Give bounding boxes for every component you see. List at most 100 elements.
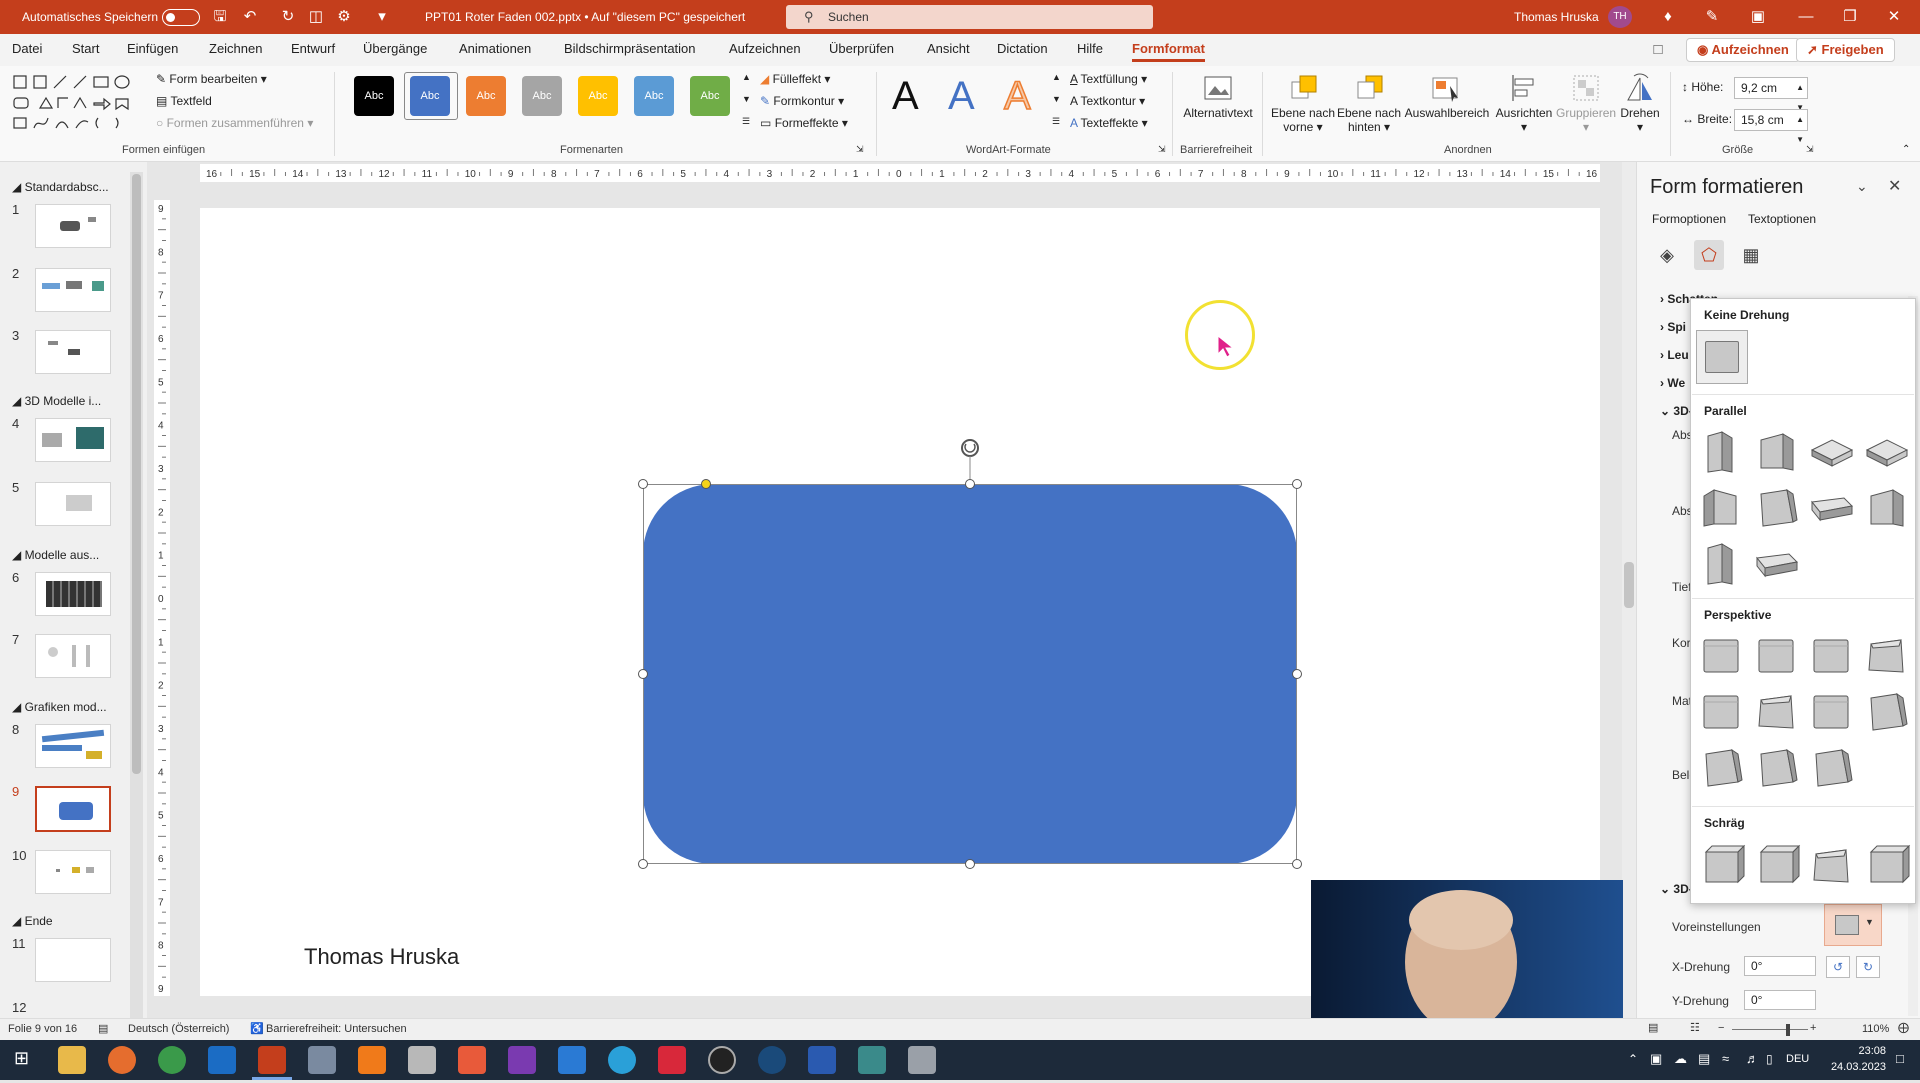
app-icon-8[interactable] (408, 1046, 436, 1074)
pen-icon[interactable]: ✎ (1702, 7, 1722, 27)
accessibility-status[interactable]: Barrierefreiheit: Untersuchen (266, 1023, 407, 1035)
app-icon-18[interactable] (908, 1046, 936, 1074)
zoom-slider[interactable] (1732, 1029, 1808, 1030)
tab-datei[interactable]: Datei (12, 41, 42, 56)
editor-scrollbar[interactable] (1622, 162, 1636, 1018)
zoom-slider-thumb[interactable] (1786, 1024, 1790, 1036)
onenote-icon[interactable] (508, 1046, 536, 1074)
ausrichten-button[interactable]: Ausrichten ▾ (1490, 106, 1558, 134)
tab-formformat[interactable]: Formformat (1132, 41, 1205, 62)
telegram-icon[interactable] (608, 1046, 636, 1074)
texteffekte-button[interactable]: A Texteffekte ▾ (1070, 116, 1148, 130)
autosave-toggle[interactable] (162, 9, 200, 26)
rotation-preset-option[interactable] (1813, 695, 1849, 729)
resize-handle-sw[interactable] (638, 859, 648, 869)
app-icon-15[interactable] (758, 1046, 786, 1074)
volume-icon[interactable]: ♬ (1746, 1051, 1759, 1066)
minimize-icon[interactable]: — (1796, 7, 1816, 27)
acrobat-icon[interactable] (658, 1046, 686, 1074)
vlc-icon[interactable] (358, 1046, 386, 1074)
section-leuchten[interactable]: › Leu (1660, 348, 1689, 362)
rotation-preset-option[interactable] (1868, 639, 1904, 673)
zoom-level[interactable]: 110% (1862, 1023, 1889, 1035)
rotate-right-icon[interactable]: ↻ (1856, 956, 1880, 978)
slide-author-text[interactable]: Thomas Hruska (304, 944, 459, 970)
cloud-icon[interactable]: ☁ (1674, 1051, 1687, 1067)
visio-icon[interactable] (558, 1046, 586, 1074)
rotation-preset-option[interactable] (1704, 844, 1746, 884)
rotation-preset-option[interactable] (1760, 748, 1798, 787)
tray-app-icon[interactable]: ▣ (1650, 1051, 1662, 1067)
slide-thumbnail-1[interactable] (35, 204, 111, 248)
section-grafiken[interactable]: ◢ Grafiken mod... (12, 700, 107, 714)
zoom-in-icon[interactable]: + (1810, 1022, 1816, 1034)
diamond-icon[interactable]: ♦ (1658, 7, 1678, 27)
x-rotation-field[interactable]: 0° (1744, 956, 1816, 976)
wordart-style-black[interactable]: A (892, 74, 919, 118)
rotation-preset-option[interactable] (1810, 439, 1854, 467)
slide-thumbnail-11[interactable] (35, 938, 111, 982)
rotation-preset-option[interactable] (1811, 497, 1854, 522)
notes-icon[interactable]: ▤ (98, 1022, 108, 1035)
tab-animationen[interactable]: Animationen (459, 41, 531, 56)
slide-thumbnail-8[interactable] (35, 724, 111, 768)
slide-thumbnail-4[interactable] (35, 418, 111, 462)
formkontur-button[interactable]: ✎ Formkontur ▾ (760, 94, 844, 108)
section-3d-format[interactable]: ⌄ 3D- (1660, 404, 1693, 418)
tab-formoptionen[interactable]: Formoptionen (1652, 212, 1726, 226)
reading-view-icon[interactable]: ☷ (1690, 1021, 1700, 1034)
slide-thumbnail-9[interactable] (35, 786, 111, 832)
formeffekte-button[interactable]: ▭ Formeffekte ▾ (760, 116, 848, 130)
tab-hilfe[interactable]: Hilfe (1077, 41, 1103, 56)
shape-style-gold[interactable]: Abc (578, 76, 618, 116)
section-spiegelung[interactable]: › Spi (1660, 320, 1686, 334)
slide-thumbnail-10[interactable] (35, 850, 111, 894)
slide-thumbnail-2[interactable] (35, 268, 111, 312)
collapse-ribbon-icon[interactable]: ⌃ (1902, 144, 1910, 155)
section-standard[interactable]: ◢ Standardabsc... (12, 180, 109, 194)
resize-handle-se[interactable] (1292, 859, 1302, 869)
wordart-launcher-icon[interactable]: ⇲ (1158, 144, 1166, 155)
file-explorer-icon[interactable] (58, 1046, 86, 1074)
rotation-preset-option[interactable] (1707, 431, 1733, 473)
save-icon[interactable]: 🖫 (210, 7, 230, 27)
network-icon[interactable]: ▤ (1698, 1051, 1710, 1067)
rotation-preset-option[interactable] (1703, 639, 1739, 673)
horizontal-ruler[interactable]: 16 15 14 13 12 11 10 9 8 7 6 5 4 3 2 1 0 1 2 3 4 5 6 7 8 9 10 11 12 1… (200, 164, 1600, 182)
wordart-scroll-up-icon[interactable]: ▲ (1052, 72, 1061, 82)
normal-view-icon[interactable]: ▤ (1648, 1021, 1658, 1034)
avatar[interactable]: TH (1608, 6, 1632, 28)
ribbon-display-icon[interactable]: ▣ (1748, 7, 1768, 27)
language-status[interactable]: Deutsch (Österreich) (128, 1023, 229, 1035)
wordart-style-orange[interactable]: A (1003, 73, 1031, 119)
close-icon[interactable]: ✕ (1884, 7, 1904, 27)
app-icon-17[interactable] (858, 1046, 886, 1074)
ebene-vorne-button[interactable]: Ebene nach vorne ▾ (1270, 106, 1336, 134)
customize-toolbar-icon[interactable]: ▾ (372, 7, 392, 27)
rotation-preset-option[interactable] (1756, 553, 1799, 578)
gallery-more-icon[interactable]: ☰ (742, 116, 750, 127)
rotation-preset-option[interactable] (1705, 748, 1743, 787)
section-weiche-kanten[interactable]: › We (1660, 376, 1685, 390)
windows-start-icon[interactable]: ⊞ (14, 1048, 29, 1069)
tab-uebergaenge[interactable]: Übergänge (363, 41, 427, 56)
gallery-scroll-down-icon[interactable]: ▼ (742, 94, 751, 104)
rotation-preset-option[interactable] (1703, 489, 1737, 527)
firefox-icon[interactable] (108, 1046, 136, 1074)
section-3d-modelle[interactable]: ◢ 3D Modelle i... (12, 394, 101, 408)
effects-pentagon-icon[interactable]: ⬠ (1694, 240, 1724, 270)
fill-line-icon[interactable]: ◈ (1652, 240, 1682, 270)
resize-handle-w[interactable] (638, 669, 648, 679)
shape-style-gray[interactable]: Abc (522, 76, 562, 116)
tab-dictation[interactable]: Dictation (997, 41, 1048, 56)
resize-handle-e[interactable] (1292, 669, 1302, 679)
search-box[interactable]: ⚲ Suchen (786, 5, 1153, 29)
drehen-button[interactable]: Drehen ▾ (1614, 106, 1666, 134)
fit-slide-icon[interactable]: ⨁ (1898, 1021, 1909, 1034)
app-icon-9[interactable] (458, 1046, 486, 1074)
ebene-hinten-button[interactable]: Ebene nach hinten ▾ (1336, 106, 1402, 134)
slide-thumbnail-6[interactable] (35, 572, 111, 616)
pane-close-icon[interactable]: ✕ (1888, 176, 1901, 196)
shape-style-blue[interactable]: Abc (410, 76, 450, 116)
voreinstellungen-dropdown[interactable]: ▼ (1824, 904, 1882, 946)
